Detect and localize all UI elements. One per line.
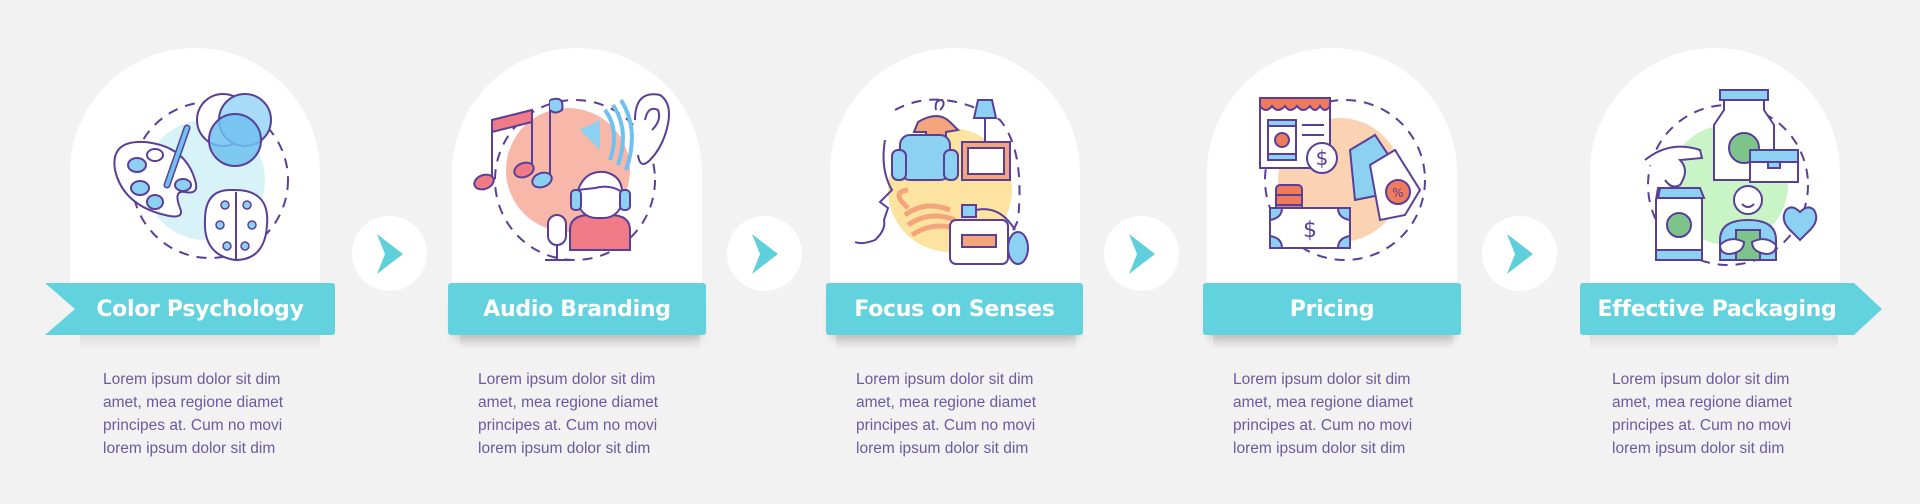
step-title-ribbon: Effective Packaging [1580, 283, 1882, 335]
senses-furniture-perfume-icon [850, 80, 1050, 280]
step-title: Audio Branding [483, 296, 671, 322]
chevron-right-icon [751, 233, 778, 274]
packaging-customer-icon [1620, 80, 1820, 280]
chevron-right-icon [1506, 233, 1533, 274]
step-title: Effective Packaging [1597, 296, 1837, 322]
step-description: Lorem ipsum dolor sit dim amet, mea regi… [856, 371, 1037, 457]
step-title-ribbon: Focus on Senses [826, 283, 1083, 335]
step-title-ribbon: Pricing [1203, 283, 1461, 335]
svg-text:$: $ [1303, 218, 1317, 243]
step-description: Lorem ipsum dolor sit dim amet, mea regi… [103, 371, 284, 457]
next-step-arrow-button[interactable] [727, 216, 802, 291]
step-title-ribbon: Audio Branding [448, 283, 706, 335]
step-title: Color Psychology [96, 296, 304, 322]
price-tag-money-icon: $ % $ [1240, 80, 1440, 280]
chevron-right-icon [1128, 233, 1155, 274]
svg-text:$: $ [1316, 146, 1329, 170]
palette-brain-venn-icon [95, 80, 295, 280]
step-title: Focus on Senses [854, 296, 1055, 322]
step-title: Pricing [1289, 296, 1375, 322]
step-title-ribbon: Color Psychology [45, 283, 335, 335]
step-description: Lorem ipsum dolor sit dim amet, mea regi… [1233, 371, 1414, 457]
svg-text:%: % [1392, 186, 1403, 200]
music-ear-headset-icon [470, 80, 670, 280]
next-step-arrow-button[interactable] [1482, 216, 1557, 291]
step-description: Lorem ipsum dolor sit dim amet, mea regi… [478, 371, 659, 457]
next-step-arrow-button[interactable] [352, 216, 427, 291]
next-step-arrow-button[interactable] [1104, 216, 1179, 291]
step-description: Lorem ipsum dolor sit dim amet, mea regi… [1612, 371, 1793, 457]
chevron-right-icon [376, 233, 403, 274]
